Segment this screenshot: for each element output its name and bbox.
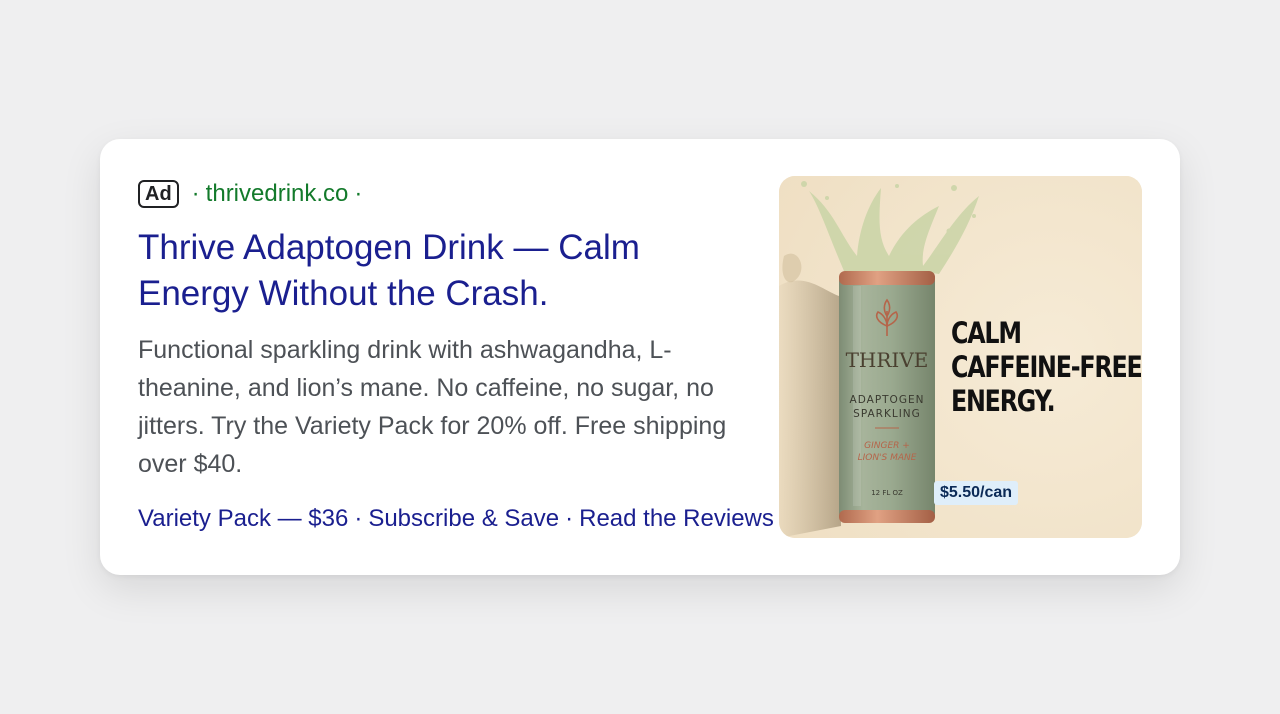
separator-dot: · bbox=[565, 505, 574, 532]
search-ad-card: Ad · thrivedrink.co · Thrive Adaptogen D… bbox=[100, 139, 1180, 575]
can-flavor2: LION'S MANE bbox=[858, 453, 917, 463]
sitelink-subscribe-save[interactable]: Subscribe & Save bbox=[368, 505, 559, 532]
ad-headline-link[interactable]: Thrive Adaptogen Drink — Calm Energy Wit… bbox=[138, 225, 738, 317]
tagline-line-3: ENERGY. bbox=[951, 384, 1056, 418]
separator-dot: · bbox=[354, 180, 363, 207]
creative-tagline: CALM CAFFEINE-FREE ENERGY. bbox=[951, 316, 1142, 418]
sitelinks: Variety Pack — $36 · Subscribe & Save · Read… bbox=[138, 505, 774, 533]
tagline-line-1: CALM bbox=[951, 316, 1022, 350]
can-flavor1: GINGER + bbox=[864, 441, 910, 451]
ad-description: Functional sparkling drink with ashwagan… bbox=[138, 336, 727, 478]
tagline-line-2: CAFFEINE-FREE bbox=[951, 350, 1142, 384]
ad-badge: Ad bbox=[138, 180, 179, 208]
ad-creative-image[interactable]: THRIVE ADAPTOGEN SPARKLING GINGER + LION… bbox=[779, 176, 1142, 538]
separator-dot: · bbox=[354, 505, 363, 532]
can-volume: 12 FL OZ bbox=[871, 489, 903, 497]
ad-domain-link[interactable]: thrivedrink.co bbox=[206, 180, 349, 208]
sitelink-variety-pack[interactable]: Variety Pack — $36 bbox=[138, 505, 348, 532]
can-line1: ADAPTOGEN bbox=[850, 394, 925, 406]
price-per-can-badge: $5.50/can bbox=[934, 481, 1019, 505]
ad-meta-row: Ad · thrivedrink.co · bbox=[138, 179, 368, 209]
sitelink-read-reviews[interactable]: Read the Reviews bbox=[579, 505, 774, 532]
can-brand: THRIVE bbox=[846, 348, 929, 372]
can-line2: SPARKLING bbox=[853, 408, 921, 420]
separator-dot: · bbox=[191, 180, 200, 207]
drink-can-graphic: THRIVE ADAPTOGEN SPARKLING GINGER + LION… bbox=[839, 271, 935, 523]
